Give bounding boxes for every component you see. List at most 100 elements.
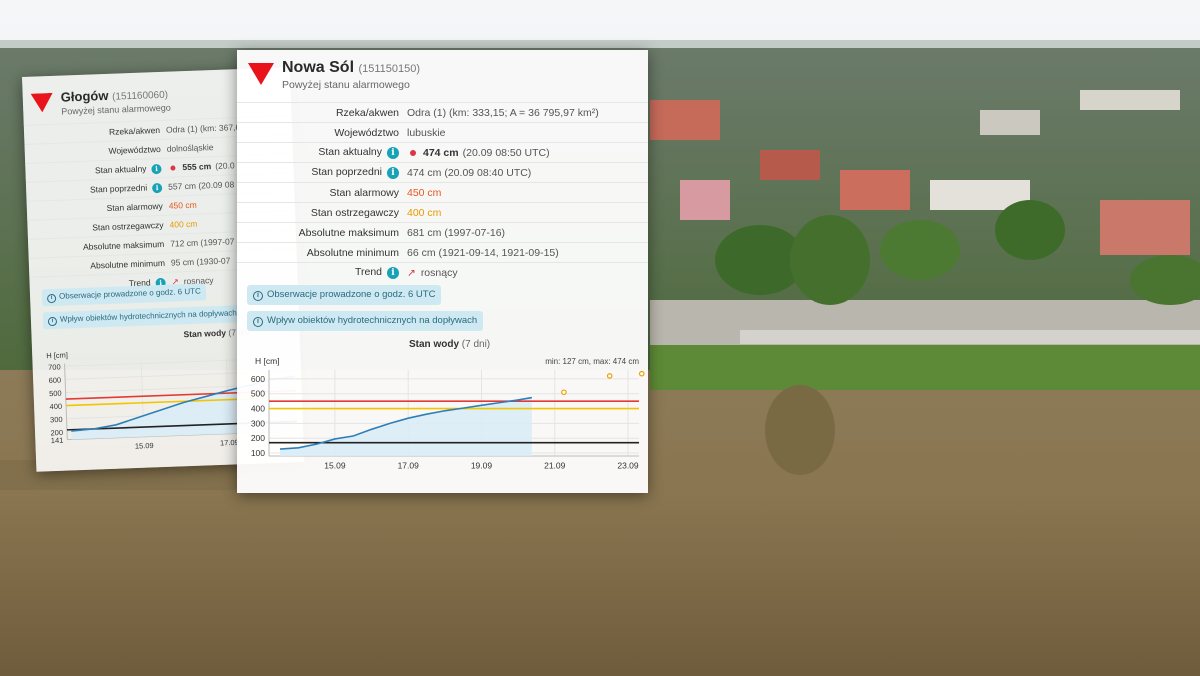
y-tick-label: 600	[48, 376, 61, 385]
row-value: Odra (1) (km: 333,15; A = 36 795,97 km²)	[407, 107, 599, 119]
row-value: 555 cm (20.0	[167, 160, 235, 172]
current-level-time: (20.0	[215, 160, 235, 171]
info-icon: i	[46, 293, 57, 304]
info-icon[interactable]: i	[151, 182, 163, 193]
row-label-text: Stan alarmowy	[329, 186, 399, 199]
row-value-text: Odra (1) (km: 333,15; A = 36 795,97 km²)	[407, 106, 599, 119]
row-label: Absolutne maksimum	[28, 239, 170, 254]
info-icon[interactable]: i	[387, 267, 399, 279]
info-row-stan-poprzedni: Stan poprzedni i 474 cm (20.09 08:40 UTC)	[237, 162, 648, 182]
water-level-chart: 100 200 300 400 500 600 15.09 17.09 19.09 21.09 23…	[251, 356, 645, 471]
row-label: Stan ostrzegawczy	[237, 207, 407, 219]
x-tick-label: 19.09	[471, 461, 493, 471]
row-value-text: 450 cm	[407, 186, 442, 199]
info-badge-observations: i Obserwacje prowadzone o godz. 6 UTC	[247, 285, 442, 305]
row-label: Rzeka/akwen	[237, 107, 407, 119]
y-tick-label: 200	[251, 433, 265, 443]
y-tick-label: 600	[251, 374, 265, 384]
row-value-text: 712 cm (1997-07	[170, 236, 235, 249]
info-row-absolutne-maksimum: Absolutne maksimum 681 cm (1997-07-16)	[237, 222, 648, 242]
row-value: 95 cm (1930-07	[171, 255, 231, 267]
station-card-nowa-sol: Nowa Sól (151150150) Powyżej stanu alarm…	[237, 50, 648, 493]
row-label-text: Absolutne minimum	[90, 257, 166, 271]
row-value-text: dolnośląskie	[166, 142, 214, 154]
row-value-text: 474 cm (20.09 08:40 UTC)	[407, 166, 532, 179]
y-tick-label: 100	[251, 448, 265, 458]
x-tick-label: 15.09	[135, 441, 154, 451]
alarm-triangle-icon	[30, 92, 53, 113]
row-label: Stan poprzedni i	[26, 181, 168, 197]
forecast-point	[638, 370, 645, 377]
row-value: 681 cm (1997-07-16)	[407, 227, 505, 239]
y-axis-label: H [cm]	[46, 351, 68, 361]
station-status: Powyżej stanu alarmowego	[61, 102, 171, 117]
station-title: Nowa Sól (151150150)	[282, 59, 421, 76]
row-value: 66 cm (1921-09-14, 1921-09-15)	[407, 247, 559, 259]
x-tick-label: 23.09	[617, 461, 639, 471]
row-value-text: 400 cm	[169, 218, 198, 230]
info-row-stan-aktualny: Stan aktualny i 474 cm (20.09 08:50 UTC)	[237, 142, 648, 162]
info-row-województwo: Województwo lubuskie	[237, 122, 648, 142]
station-title: Głogów (151160060)	[60, 87, 169, 105]
row-label: Absolutne minimum	[29, 258, 171, 273]
row-label: Absolutne minimum	[237, 247, 407, 259]
y-tick-label: 200	[50, 428, 63, 437]
y-tick-label: 300	[50, 415, 63, 424]
trend-rising-arrow-icon: ↗	[407, 266, 416, 279]
row-value-text: 400 cm	[407, 206, 442, 219]
row-label-text: Stan ostrzegawczy	[310, 206, 399, 219]
row-value: 474 cm (20.09 08:50 UTC)	[407, 147, 550, 159]
row-label: Stan alarmowy	[237, 187, 407, 199]
row-value-text: 66 cm (1921-09-14, 1921-09-15)	[407, 246, 559, 259]
info-row-trend: Trend i ↗ rosnący	[237, 262, 648, 282]
info-row-stan-ostrzegawczy: Stan ostrzegawczy 400 cm	[237, 202, 648, 222]
current-level-value: 474 cm	[423, 146, 459, 159]
info-icon[interactable]: i	[387, 167, 399, 179]
row-label-text: Stan poprzedni	[89, 181, 148, 195]
row-label-text: Stan alarmowy	[106, 200, 164, 213]
row-label: Stan alarmowy	[27, 201, 169, 216]
row-label: Absolutne maksimum	[237, 227, 407, 239]
x-tick-label: 21.09	[544, 461, 566, 471]
row-label: Stan poprzedni i	[237, 166, 407, 179]
y-tick-label: 400	[251, 404, 265, 414]
x-tick-label: 17.09	[398, 461, 420, 471]
y-tick-label: 700	[48, 362, 61, 371]
row-value: 712 cm (1997-07	[170, 236, 235, 248]
row-label-text: Absolutne maksimum	[82, 238, 165, 252]
row-label-text: Stan aktualny	[318, 146, 382, 158]
row-value: 474 cm (20.09 08:40 UTC)	[407, 167, 531, 179]
info-row-stan-alarmowy: Stan alarmowy 450 cm	[237, 182, 648, 202]
row-label: Województwo	[25, 144, 167, 159]
y-tick-label: 500	[49, 389, 62, 398]
row-value-text: 95 cm (1930-07	[170, 255, 231, 268]
row-label: Trend i	[237, 266, 407, 279]
row-value-text: lubuskie	[407, 126, 446, 139]
row-label-text: Absolutne minimum	[306, 246, 399, 259]
row-value-text: 450 cm	[168, 199, 197, 211]
info-icon[interactable]: i	[387, 147, 399, 159]
chart-minmax-label: min: 127 cm, max: 474 cm	[545, 357, 639, 366]
row-label: Stan aktualny i	[25, 162, 167, 178]
info-icon[interactable]: i	[151, 163, 162, 174]
row-value: 400 cm	[407, 207, 441, 219]
current-level-time: (20.09 08:50 UTC)	[462, 146, 550, 159]
row-label-text: Rzeka/akwen	[335, 106, 399, 119]
y-axis	[64, 363, 68, 440]
row-label-text: Stan aktualny	[94, 163, 147, 175]
row-value: ↗ rosnący	[407, 267, 458, 279]
y-tick-label: 300	[251, 418, 265, 428]
station-info-table: Rzeka/akwen Odra (1) (km: 333,15; A = 36 …	[237, 102, 648, 282]
info-icon: i	[253, 317, 263, 327]
current-level-value: 555 cm	[182, 161, 212, 173]
row-label: Stan ostrzegawczy	[27, 220, 169, 235]
row-label-text: Województwo	[334, 126, 399, 139]
row-value: 450 cm	[169, 200, 197, 211]
trend-value: rosnący	[420, 266, 458, 279]
status-red-dot-icon	[410, 149, 416, 156]
info-badge-hydro: i Wpływ obiektów hydrotechnicznych na dop…	[42, 305, 243, 330]
row-value: dolnośląskie	[167, 142, 214, 154]
alarm-triangle-icon	[248, 63, 274, 85]
info-icon: i	[253, 291, 263, 301]
y-axis-label: H [cm]	[255, 356, 280, 366]
